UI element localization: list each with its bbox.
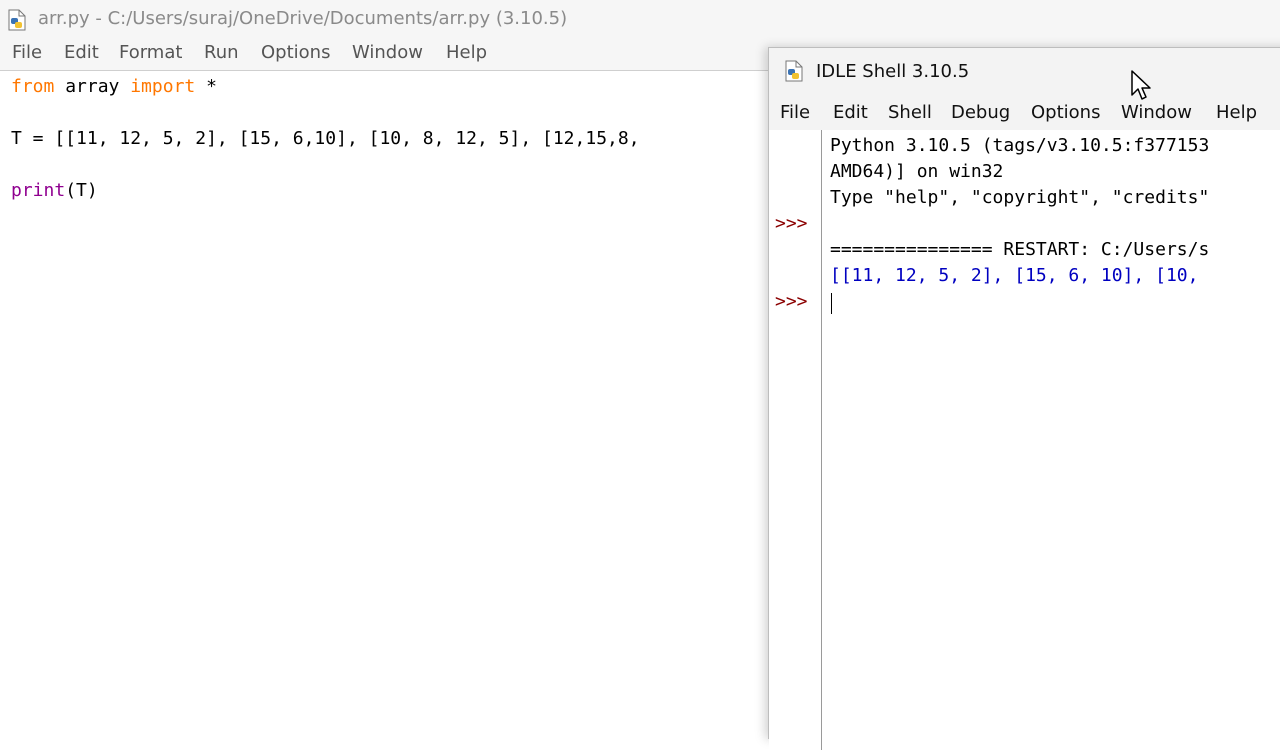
- shell-menu-help[interactable]: Help: [1216, 102, 1257, 123]
- shell-prompt: >>>: [775, 213, 808, 234]
- menu-window[interactable]: Window: [352, 42, 423, 63]
- keyword-import: import: [130, 76, 196, 97]
- shell-output-line: [[11, 12, 5, 2], [15, 6, 10], [10,: [830, 265, 1199, 286]
- shell-menu-options[interactable]: Options: [1031, 102, 1100, 123]
- shell-menu-shell[interactable]: Shell: [888, 102, 932, 123]
- shell-prompt-gutter: >>> >>>: [769, 130, 822, 750]
- keyword-from: from: [11, 76, 55, 97]
- shell-titlebar[interactable]: IDLE Shell 3.10.5: [769, 48, 1280, 96]
- module-name: array: [54, 76, 131, 97]
- shell-title: IDLE Shell 3.10.5: [816, 61, 970, 82]
- shell-menu-file[interactable]: File: [780, 102, 810, 123]
- builtin-print: print: [11, 180, 66, 201]
- shell-prompt-active: >>>: [775, 291, 808, 312]
- shell-banner-line: Type "help", "copyright", "credits": [830, 187, 1210, 208]
- shell-window: IDLE Shell 3.10.5 File Edit Shell Debug …: [768, 47, 1280, 750]
- code-line-1: from array import *: [11, 76, 217, 97]
- shell-banner-line: Python 3.10.5 (tags/v3.10.5:f377153: [830, 135, 1210, 156]
- shell-menu-window[interactable]: Window: [1121, 102, 1192, 123]
- python-file-icon: [8, 9, 26, 31]
- shell-menu-debug[interactable]: Debug: [951, 102, 1010, 123]
- editor-title: arr.py - C:/Users/suraj/OneDrive/Documen…: [38, 8, 568, 29]
- import-star: *: [195, 76, 217, 97]
- menu-help[interactable]: Help: [446, 42, 487, 63]
- shell-restart-line: =============== RESTART: C:/Users/s: [830, 239, 1210, 260]
- menu-file[interactable]: File: [12, 42, 42, 63]
- mouse-pointer-icon: [1131, 70, 1151, 100]
- menu-options[interactable]: Options: [261, 42, 330, 63]
- menu-format[interactable]: Format: [119, 42, 182, 63]
- code-line-2: T = [[11, 12, 5, 2], [15, 6,10], [10, 8,…: [11, 128, 640, 149]
- text-cursor: [831, 293, 832, 314]
- shell-banner-line: AMD64)] on win32: [830, 161, 1004, 182]
- print-args: (T): [65, 180, 98, 201]
- menu-edit[interactable]: Edit: [64, 42, 99, 63]
- shell-menubar: File Edit Shell Debug Options Window Hel…: [769, 96, 1280, 130]
- menu-run[interactable]: Run: [204, 42, 239, 63]
- shell-menu-edit[interactable]: Edit: [833, 102, 868, 123]
- shell-text-area[interactable]: Python 3.10.5 (tags/v3.10.5:f377153 AMD6…: [822, 130, 1280, 750]
- editor-titlebar[interactable]: arr.py - C:/Users/suraj/OneDrive/Documen…: [0, 0, 1280, 38]
- python-shell-icon: [785, 60, 803, 82]
- code-line-3: print(T): [11, 180, 98, 201]
